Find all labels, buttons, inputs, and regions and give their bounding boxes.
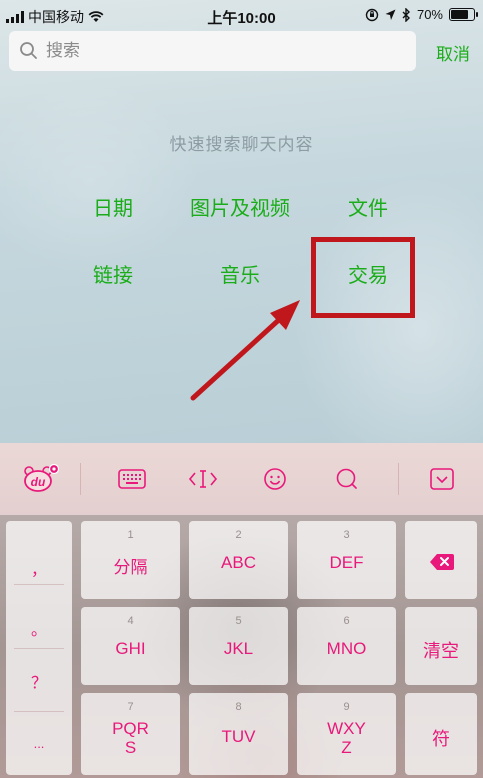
key-label: MNO xyxy=(326,639,367,658)
key-label: TUV xyxy=(221,727,256,746)
delete-icon xyxy=(430,554,454,570)
key-label: GHI xyxy=(115,639,146,658)
emoji-icon[interactable] xyxy=(258,465,292,493)
key-5[interactable]: 5 JKL xyxy=(189,607,288,685)
symbol-more[interactable]: ... xyxy=(6,736,72,751)
hide-keyboard-icon[interactable] xyxy=(425,465,459,493)
key-number: 2 xyxy=(235,529,242,541)
logo-text: du xyxy=(31,475,46,489)
delete-button[interactable] xyxy=(405,521,477,599)
key-3[interactable]: 3 DEF xyxy=(297,521,396,599)
key-label: 分隔 xyxy=(113,558,148,577)
key-number: 3 xyxy=(343,529,350,541)
search-icon[interactable] xyxy=(330,465,364,493)
key-number: 9 xyxy=(343,701,350,713)
symbol-comma[interactable]: ， xyxy=(6,556,72,580)
key-2[interactable]: 2 ABC xyxy=(189,521,288,599)
cursor-move-icon[interactable] xyxy=(186,465,220,493)
key-label: JKL xyxy=(223,639,254,658)
key-number: 5 xyxy=(235,615,242,627)
symbol-period[interactable]: 。 xyxy=(6,616,72,640)
baidu-logo-icon[interactable]: du xyxy=(18,464,62,493)
key-number: 7 xyxy=(127,701,134,713)
key-1[interactable]: 1 分隔 xyxy=(81,521,180,599)
symbol-button[interactable]: 符 xyxy=(405,693,477,775)
key-7[interactable]: 7 PQR S xyxy=(81,693,180,775)
key-number: 1 xyxy=(127,529,134,541)
clear-label: 清空 xyxy=(423,641,459,661)
symbol-question[interactable]: ？ xyxy=(6,669,72,693)
key-number: 6 xyxy=(343,615,350,627)
key-label: WXY Z xyxy=(327,719,366,757)
key-4[interactable]: 4 GHI xyxy=(81,607,180,685)
key-number: 8 xyxy=(235,701,242,713)
key-label: ABC xyxy=(221,553,256,572)
key-label: DEF xyxy=(329,553,364,572)
key-label: PQR S xyxy=(112,719,149,757)
symbol-column[interactable]: ， 。 ？ ... xyxy=(6,521,72,775)
key-8[interactable]: 8 TUV xyxy=(189,693,288,775)
key-9[interactable]: 9 WXY Z xyxy=(297,693,396,775)
annotation-arrow-icon xyxy=(190,300,300,401)
key-6[interactable]: 6 MNO xyxy=(297,607,396,685)
clear-button[interactable]: 清空 xyxy=(405,607,477,685)
symbol-label: 符 xyxy=(432,729,450,749)
keyboard-icon[interactable] xyxy=(115,465,149,493)
keyboard-toolbar: du xyxy=(0,443,483,515)
key-number: 4 xyxy=(127,615,134,627)
